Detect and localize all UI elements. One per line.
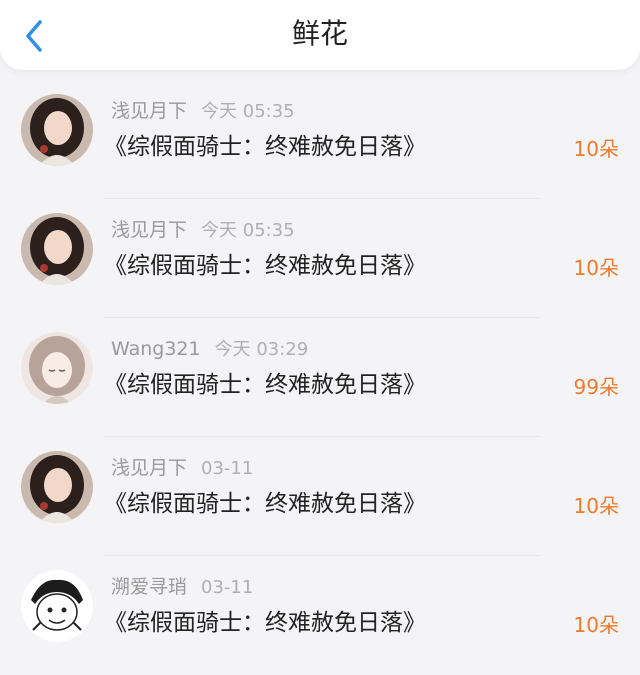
user-name[interactable]: 浅见月下	[111, 100, 187, 122]
timestamp: 03-11	[201, 577, 254, 598]
top-bar: 鲜花	[0, 0, 640, 70]
book-title[interactable]: 《综假面骑士：终难赦免日落》	[104, 606, 426, 640]
avatar[interactable]	[21, 332, 93, 404]
list-item[interactable]: 浅见月下 今天 05:35 《综假面骑士：终难赦免日落》 10朵	[0, 199, 640, 318]
timestamp: 03-11	[201, 458, 254, 479]
flower-count: 10朵	[573, 256, 619, 280]
user-name[interactable]: Wang321	[111, 338, 201, 360]
list-item[interactable]: 浅见月下 今天 05:35 《综假面骑士：终难赦免日落》 10朵	[0, 80, 640, 199]
flower-count: 99朵	[573, 375, 619, 399]
avatar[interactable]	[21, 213, 93, 285]
list-item[interactable]: Wang321 今天 03:29 《综假面骑士：终难赦免日落》 99朵	[0, 318, 640, 437]
avatar[interactable]	[21, 570, 93, 642]
item-meta: 浅见月下 今天 05:35	[111, 98, 295, 125]
item-meta: Wang321 今天 03:29	[111, 336, 308, 363]
book-title[interactable]: 《综假面骑士：终难赦免日落》	[104, 130, 426, 164]
user-name[interactable]: 浅见月下	[111, 219, 187, 241]
flower-count: 10朵	[573, 494, 619, 518]
item-meta: 浅见月下 今天 05:35	[111, 217, 295, 244]
flower-count: 10朵	[573, 613, 619, 637]
book-title[interactable]: 《综假面骑士：终难赦免日落》	[104, 368, 426, 402]
user-name[interactable]: 浅见月下	[111, 457, 187, 479]
item-meta: 浅见月下 03-11	[111, 455, 253, 482]
flower-list: 浅见月下 今天 05:35 《综假面骑士：终难赦免日落》 10朵 浅见月下 今天 0…	[0, 80, 640, 675]
list-item[interactable]: 浅见月下 03-11 《综假面骑士：终难赦免日落》 10朵	[0, 437, 640, 556]
avatar[interactable]	[21, 94, 93, 166]
book-title[interactable]: 《综假面骑士：终难赦免日落》	[104, 487, 426, 521]
user-name[interactable]: 溯爱寻琑	[111, 576, 187, 598]
flower-count: 10朵	[573, 137, 619, 161]
timestamp: 今天 03:29	[214, 339, 309, 360]
list-item[interactable]: 溯爱寻琑 03-11 《综假面骑士：终难赦免日落》 10朵	[0, 556, 640, 675]
avatar[interactable]	[21, 451, 93, 523]
timestamp: 今天 05:35	[201, 101, 295, 122]
page-title: 鲜花	[291, 17, 348, 50]
item-meta: 溯爱寻琑 03-11	[111, 574, 253, 601]
book-title[interactable]: 《综假面骑士：终难赦免日落》	[104, 249, 426, 283]
timestamp: 今天 05:35	[201, 220, 295, 241]
